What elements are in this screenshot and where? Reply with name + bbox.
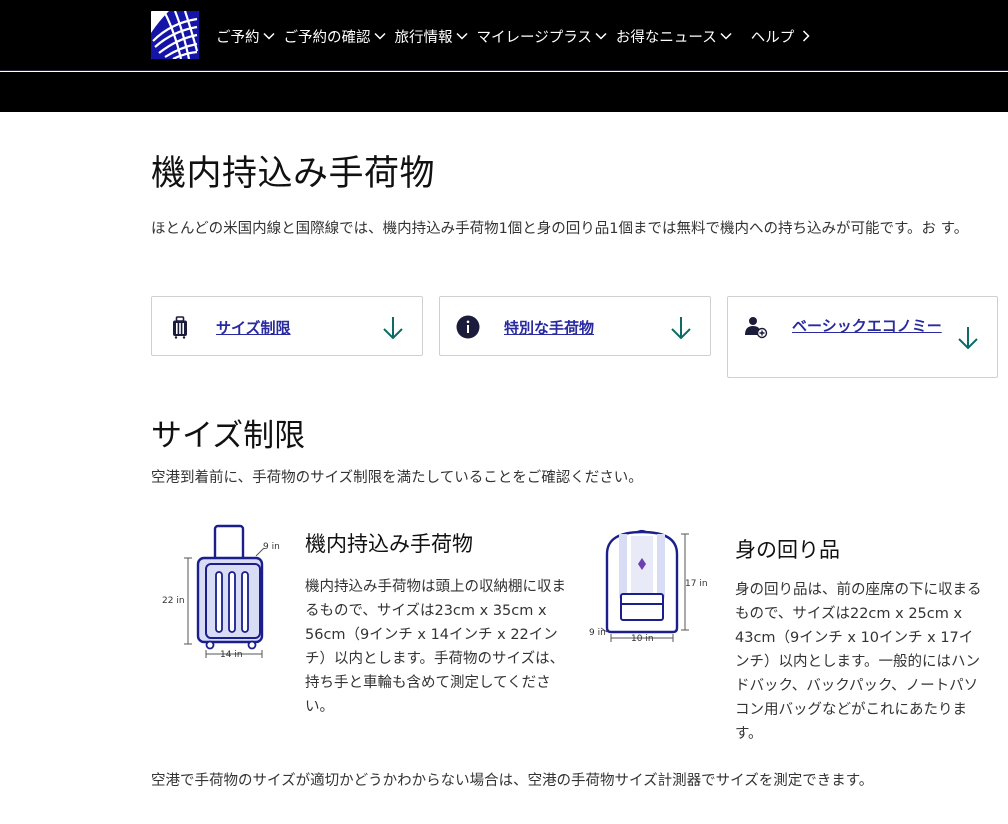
width-dimension-label: 10 in: [631, 634, 654, 644]
carry-on-suitcase-illustration: 22 in 14 in 9 in: [160, 522, 285, 662]
nav-item-label: マイレージプラス: [476, 29, 592, 46]
suitcase-icon: [168, 315, 192, 339]
chevron-down-icon: [262, 32, 275, 40]
chevron-right-icon: [802, 30, 810, 42]
arrow-down-icon: [670, 315, 692, 341]
jump-card-size-limits[interactable]: サイズ制限: [151, 296, 423, 356]
chevron-down-icon: [455, 32, 468, 40]
nav-item-travel-info[interactable]: 旅行情報: [395, 26, 468, 47]
nav-menu: ご予約 ご予約の確認 旅行情報 マイレージプラス お得なニュース ヘルプ: [216, 23, 819, 49]
nav-item-label: ヘルプ: [750, 29, 795, 46]
nav-item-manage-reservation[interactable]: ご予約の確認: [284, 26, 386, 47]
jump-card-label[interactable]: サイズ制限: [216, 316, 291, 340]
arrow-down-icon: [957, 325, 979, 351]
personal-item-backpack-illustration: 17 in 10 in 9 in: [585, 524, 715, 648]
personal-item-title: 身の回り品: [735, 538, 840, 562]
top-nav: ご予約 ご予約の確認 旅行情報 マイレージプラス お得なニュース ヘルプ: [0, 0, 1008, 71]
nav-item-label: ご予約の確認: [283, 29, 371, 46]
height-dimension-label: 17 in: [685, 579, 708, 589]
width-dimension-label: 14 in: [220, 650, 243, 660]
section-subtitle: 空港到着前に、手荷物のサイズ制限を満たしていることをご確認ください。: [151, 470, 643, 486]
height-dimension-label: 22 in: [162, 596, 185, 606]
personal-item-description: 身の回り品は、前の座席の下に収まるもので、サイズは22cm x 25cm x 4…: [735, 582, 982, 742]
carry-on-description: 機内持込み手荷物は頭上の収納棚に収まるもので、サイズは23cm x 35cm x…: [305, 579, 566, 715]
nav-item-label: お得なニュース: [615, 29, 717, 46]
sub-nav-bar: [0, 72, 1008, 112]
chevron-down-icon: [595, 32, 607, 40]
jump-card-basic-economy[interactable]: ベーシックエコノミー: [727, 296, 998, 378]
nav-item-label: 旅行情報: [394, 29, 453, 46]
nav-item-deals[interactable]: お得なニュース: [616, 26, 732, 47]
nav-item-label: ご予約: [216, 29, 260, 46]
nav-item-mileageplus[interactable]: マイレージプラス: [477, 26, 607, 47]
jump-card-label[interactable]: 特別な手荷物: [504, 316, 594, 340]
section-title-size-limits: サイズ制限: [151, 418, 306, 454]
intro-text: ほとんどの米国内線と国際線では、機内持込み手荷物1個と身の回り品1個までは無料で…: [151, 221, 969, 237]
nav-item-help[interactable]: ヘルプ: [751, 26, 811, 47]
depth-dimension-label: 9 in: [589, 628, 606, 638]
person-plus-icon: [744, 315, 768, 339]
chevron-down-icon: [720, 32, 732, 40]
carry-on-title: 機内持込み手荷物: [305, 532, 473, 556]
chevron-down-icon: [373, 32, 386, 40]
nav-item-reservations[interactable]: ご予約: [216, 26, 275, 47]
arrow-down-icon: [382, 315, 404, 341]
info-icon: [456, 315, 480, 339]
measure-note-text: 空港で手荷物のサイズが適切かどうかわからない場合は、空港の手荷物サイズ計測器でサ…: [151, 773, 874, 789]
globe-logo-icon[interactable]: [151, 11, 199, 59]
jump-card-special-baggage[interactable]: 特別な手荷物: [439, 296, 711, 356]
jump-card-label[interactable]: ベーシックエコノミー: [792, 314, 952, 338]
depth-dimension-label: 9 in: [263, 542, 280, 552]
page-title: 機内持込み手荷物: [151, 154, 436, 194]
